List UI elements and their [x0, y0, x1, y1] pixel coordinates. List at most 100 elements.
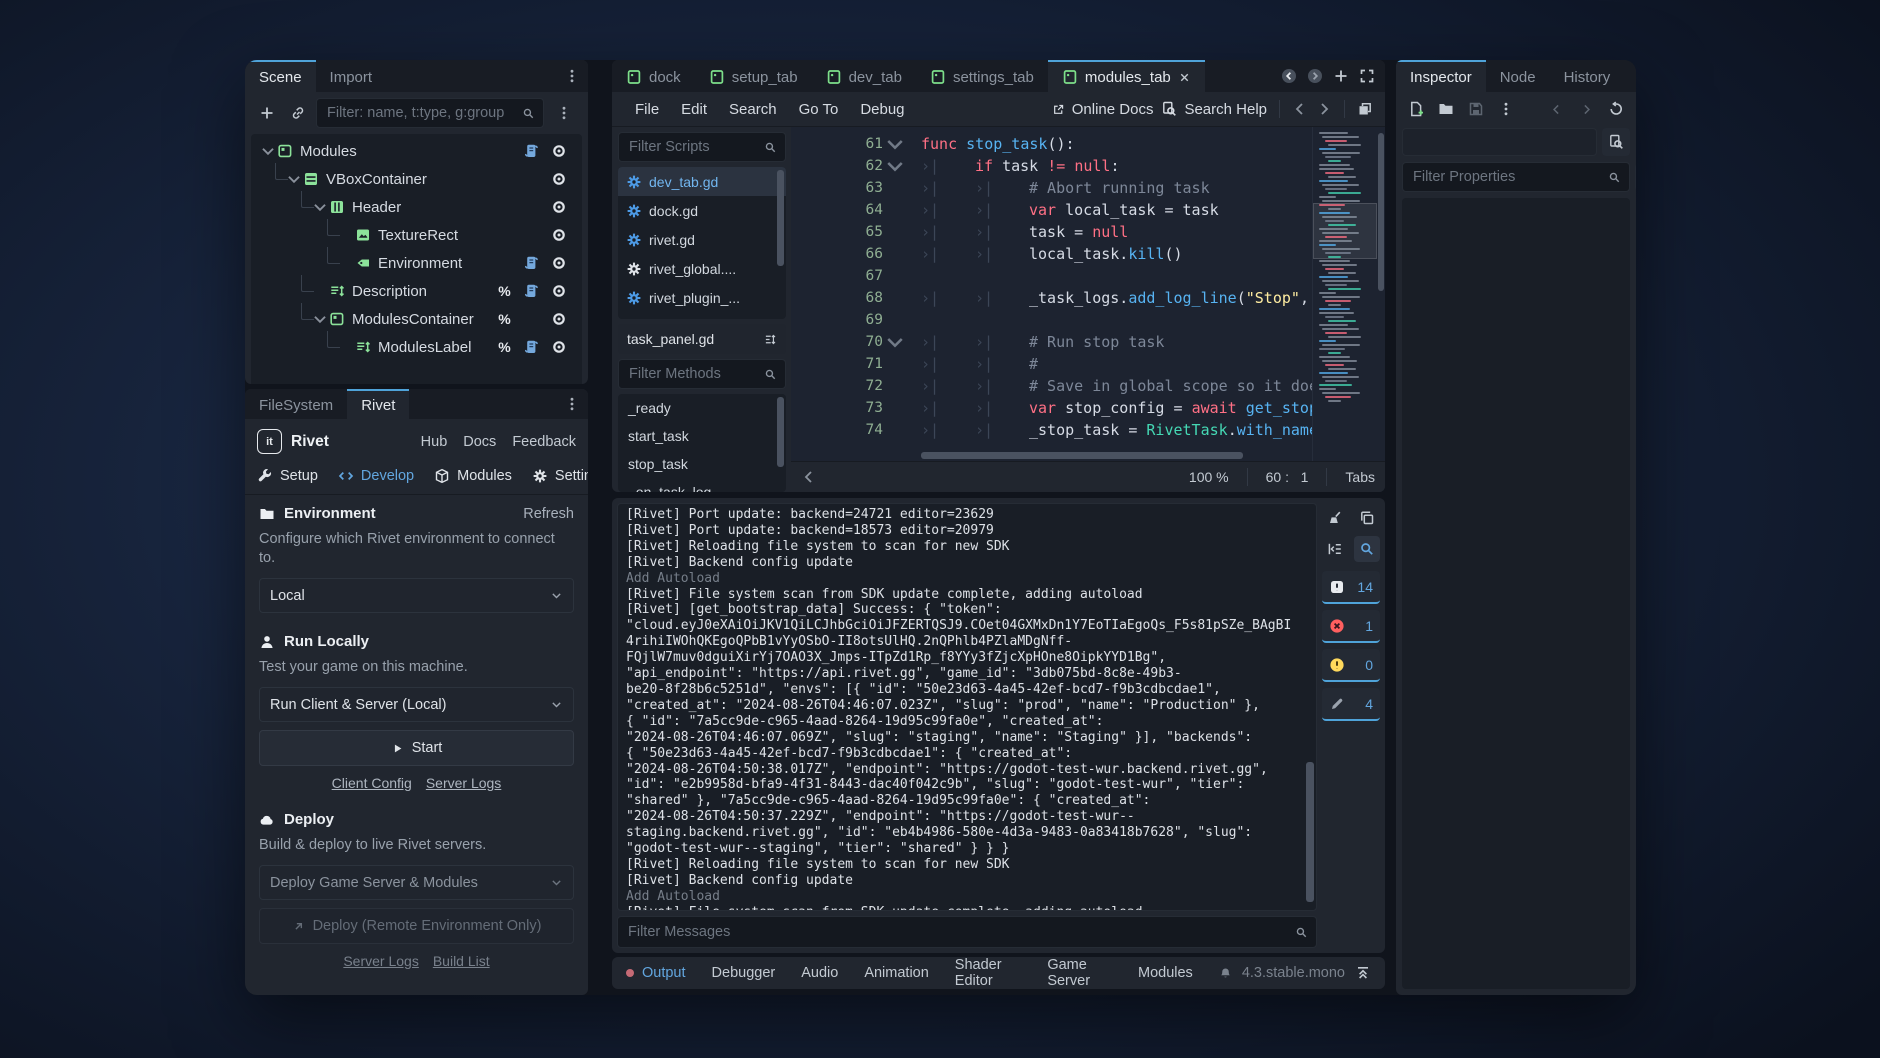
rivet-nav-settings[interactable]: Settings — [532, 468, 588, 484]
scene-tree-row[interactable]: TextureRect — [251, 221, 582, 249]
filter-badge-error[interactable]: 1 — [1322, 610, 1380, 643]
scene-tree-menu-icon[interactable] — [548, 105, 580, 121]
tab-dev-tab[interactable]: dev_tab — [812, 60, 916, 92]
visibility-eye-icon[interactable] — [551, 199, 567, 215]
new-script-icon[interactable] — [1333, 68, 1349, 84]
script-list-item[interactable]: rivet.gd — [618, 225, 786, 254]
script-icon[interactable] — [524, 255, 540, 271]
script-list-item[interactable]: rivet_plugin_... — [618, 283, 786, 312]
toggle-scripts-panel-icon[interactable] — [801, 469, 817, 485]
tab-inspector[interactable]: Inspector — [1396, 60, 1486, 92]
method-list-item[interactable]: _ready — [618, 394, 786, 422]
visibility-eye-icon[interactable] — [551, 339, 567, 355]
rivet-nav-develop[interactable]: Develop — [338, 468, 414, 484]
resource-menu-button[interactable] — [1492, 96, 1520, 122]
distraction-free-icon[interactable] — [1359, 68, 1375, 84]
scene-tree[interactable]: ModulesVBoxContainerHeaderTextureRectEnv… — [251, 134, 582, 384]
tab-node[interactable]: Node — [1486, 60, 1550, 92]
filter-badge-warning[interactable]: 0 — [1322, 649, 1380, 682]
environment-select[interactable]: Local — [259, 578, 574, 613]
menu-edit[interactable]: Edit — [670, 101, 718, 118]
bottom-panel-game-server[interactable]: Game Server — [1047, 957, 1112, 989]
tab-import[interactable]: Import — [316, 60, 387, 92]
method-list-item[interactable]: stop_task — [618, 450, 786, 478]
clear-output-button[interactable] — [1322, 505, 1348, 531]
rivet-link-docs[interactable]: Docs — [463, 434, 496, 450]
rivet-link-feedback[interactable]: Feedback — [512, 434, 576, 450]
indent-mode[interactable]: Tabs — [1345, 469, 1375, 485]
visibility-eye-icon[interactable] — [551, 143, 567, 159]
unique-name-icon[interactable]: % — [498, 311, 510, 327]
link-server-logs[interactable]: Server Logs — [343, 953, 418, 969]
property-filter-button[interactable] — [1635, 163, 1636, 191]
script-icon[interactable] — [524, 143, 540, 159]
scene-filter-input[interactable] — [316, 98, 544, 128]
start-button[interactable]: Start — [259, 730, 574, 766]
tab-modules-tab[interactable]: modules_tab — [1048, 60, 1205, 92]
code-hscrollbar[interactable] — [921, 452, 1323, 459]
filter-messages-input[interactable] — [617, 916, 1317, 948]
menu-debug[interactable]: Debug — [849, 101, 915, 118]
visibility-eye-icon[interactable] — [551, 283, 567, 299]
refresh-button[interactable]: Refresh — [523, 506, 574, 522]
search-help-button[interactable]: Search Help — [1161, 101, 1267, 118]
menu-go-to[interactable]: Go To — [788, 101, 850, 118]
unique-name-icon[interactable]: % — [498, 283, 510, 299]
run-mode-select[interactable]: Run Client & Server (Local) — [259, 687, 574, 722]
log-scrollbar[interactable] — [1306, 762, 1314, 902]
add-node-button[interactable] — [253, 100, 281, 126]
current-script-label[interactable]: task_panel.gd — [618, 324, 786, 354]
inspector-forward-button[interactable] — [1572, 96, 1600, 122]
tab-dock[interactable]: dock — [612, 60, 695, 92]
rivet-nav-modules[interactable]: Modules — [434, 468, 512, 484]
menu-search[interactable]: Search — [718, 101, 788, 118]
visibility-eye-icon[interactable] — [551, 311, 567, 327]
script-list-item[interactable]: rivet_global.... — [618, 254, 786, 283]
method-list-item[interactable]: start_task — [618, 422, 786, 450]
tab-rivet[interactable]: Rivet — [347, 389, 409, 419]
tab-settings-tab[interactable]: settings_tab — [916, 60, 1048, 92]
scripts-scrollbar[interactable] — [777, 170, 784, 266]
inspector-menu-icon[interactable] — [1624, 60, 1636, 92]
script-list-item[interactable]: dev_tab.gd — [618, 167, 786, 196]
save-resource-button[interactable] — [1462, 96, 1490, 122]
open-docs-button[interactable] — [1602, 128, 1630, 156]
methods-list[interactable]: _readystart_taskstop_task_on_task_log — [618, 394, 786, 492]
new-resource-button[interactable] — [1402, 96, 1430, 122]
bottom-panel-audio[interactable]: Audio — [801, 957, 838, 989]
tab-history[interactable]: History — [1550, 60, 1625, 92]
link-build-list[interactable]: Build List — [433, 953, 490, 969]
filter-badge-edit-count[interactable]: 4 — [1322, 688, 1380, 721]
nav-back-icon[interactable] — [1292, 101, 1308, 117]
visibility-eye-icon[interactable] — [551, 255, 567, 271]
filter-scripts-input[interactable] — [618, 132, 786, 162]
float-window-icon[interactable] — [1357, 101, 1373, 117]
filter-badge-message-count[interactable]: 14 — [1322, 571, 1380, 604]
bottom-panel-output[interactable]: Output — [626, 957, 686, 989]
rivet-nav-setup[interactable]: Setup — [257, 468, 318, 484]
script-list-item[interactable]: dock.gd — [618, 196, 786, 225]
filter-properties-input[interactable] — [1402, 162, 1630, 192]
scene-tree-row[interactable]: Environment — [251, 249, 582, 277]
inspector-back-button[interactable] — [1542, 96, 1570, 122]
visibility-eye-icon[interactable] — [551, 171, 567, 187]
visibility-eye-icon[interactable] — [551, 227, 567, 243]
zoom-level[interactable]: 100 % — [1189, 469, 1229, 485]
online-docs-button[interactable]: Online Docs — [1052, 101, 1154, 118]
bottom-panel-animation[interactable]: Animation — [864, 957, 928, 989]
search-output-button[interactable] — [1354, 536, 1380, 562]
sort-methods-icon[interactable] — [758, 327, 782, 351]
tab-filesystem[interactable]: FileSystem — [245, 389, 347, 419]
resource-name-field[interactable] — [1402, 128, 1597, 156]
inspector-history-button[interactable] — [1602, 96, 1630, 122]
dock-menu-icon[interactable] — [556, 389, 588, 419]
scene-tree-row[interactable]: Modules — [251, 137, 582, 165]
methods-scrollbar[interactable] — [777, 397, 784, 467]
collapse-node-icon[interactable] — [259, 142, 277, 160]
nav-forward-icon[interactable] — [1316, 101, 1332, 117]
method-list-item[interactable]: _on_task_log — [618, 478, 786, 492]
expand-bottom-panel-icon[interactable] — [1355, 965, 1371, 981]
scene-tree-row[interactable]: Header — [251, 193, 582, 221]
load-resource-button[interactable] — [1432, 96, 1460, 122]
code-minimap[interactable] — [1312, 127, 1385, 461]
